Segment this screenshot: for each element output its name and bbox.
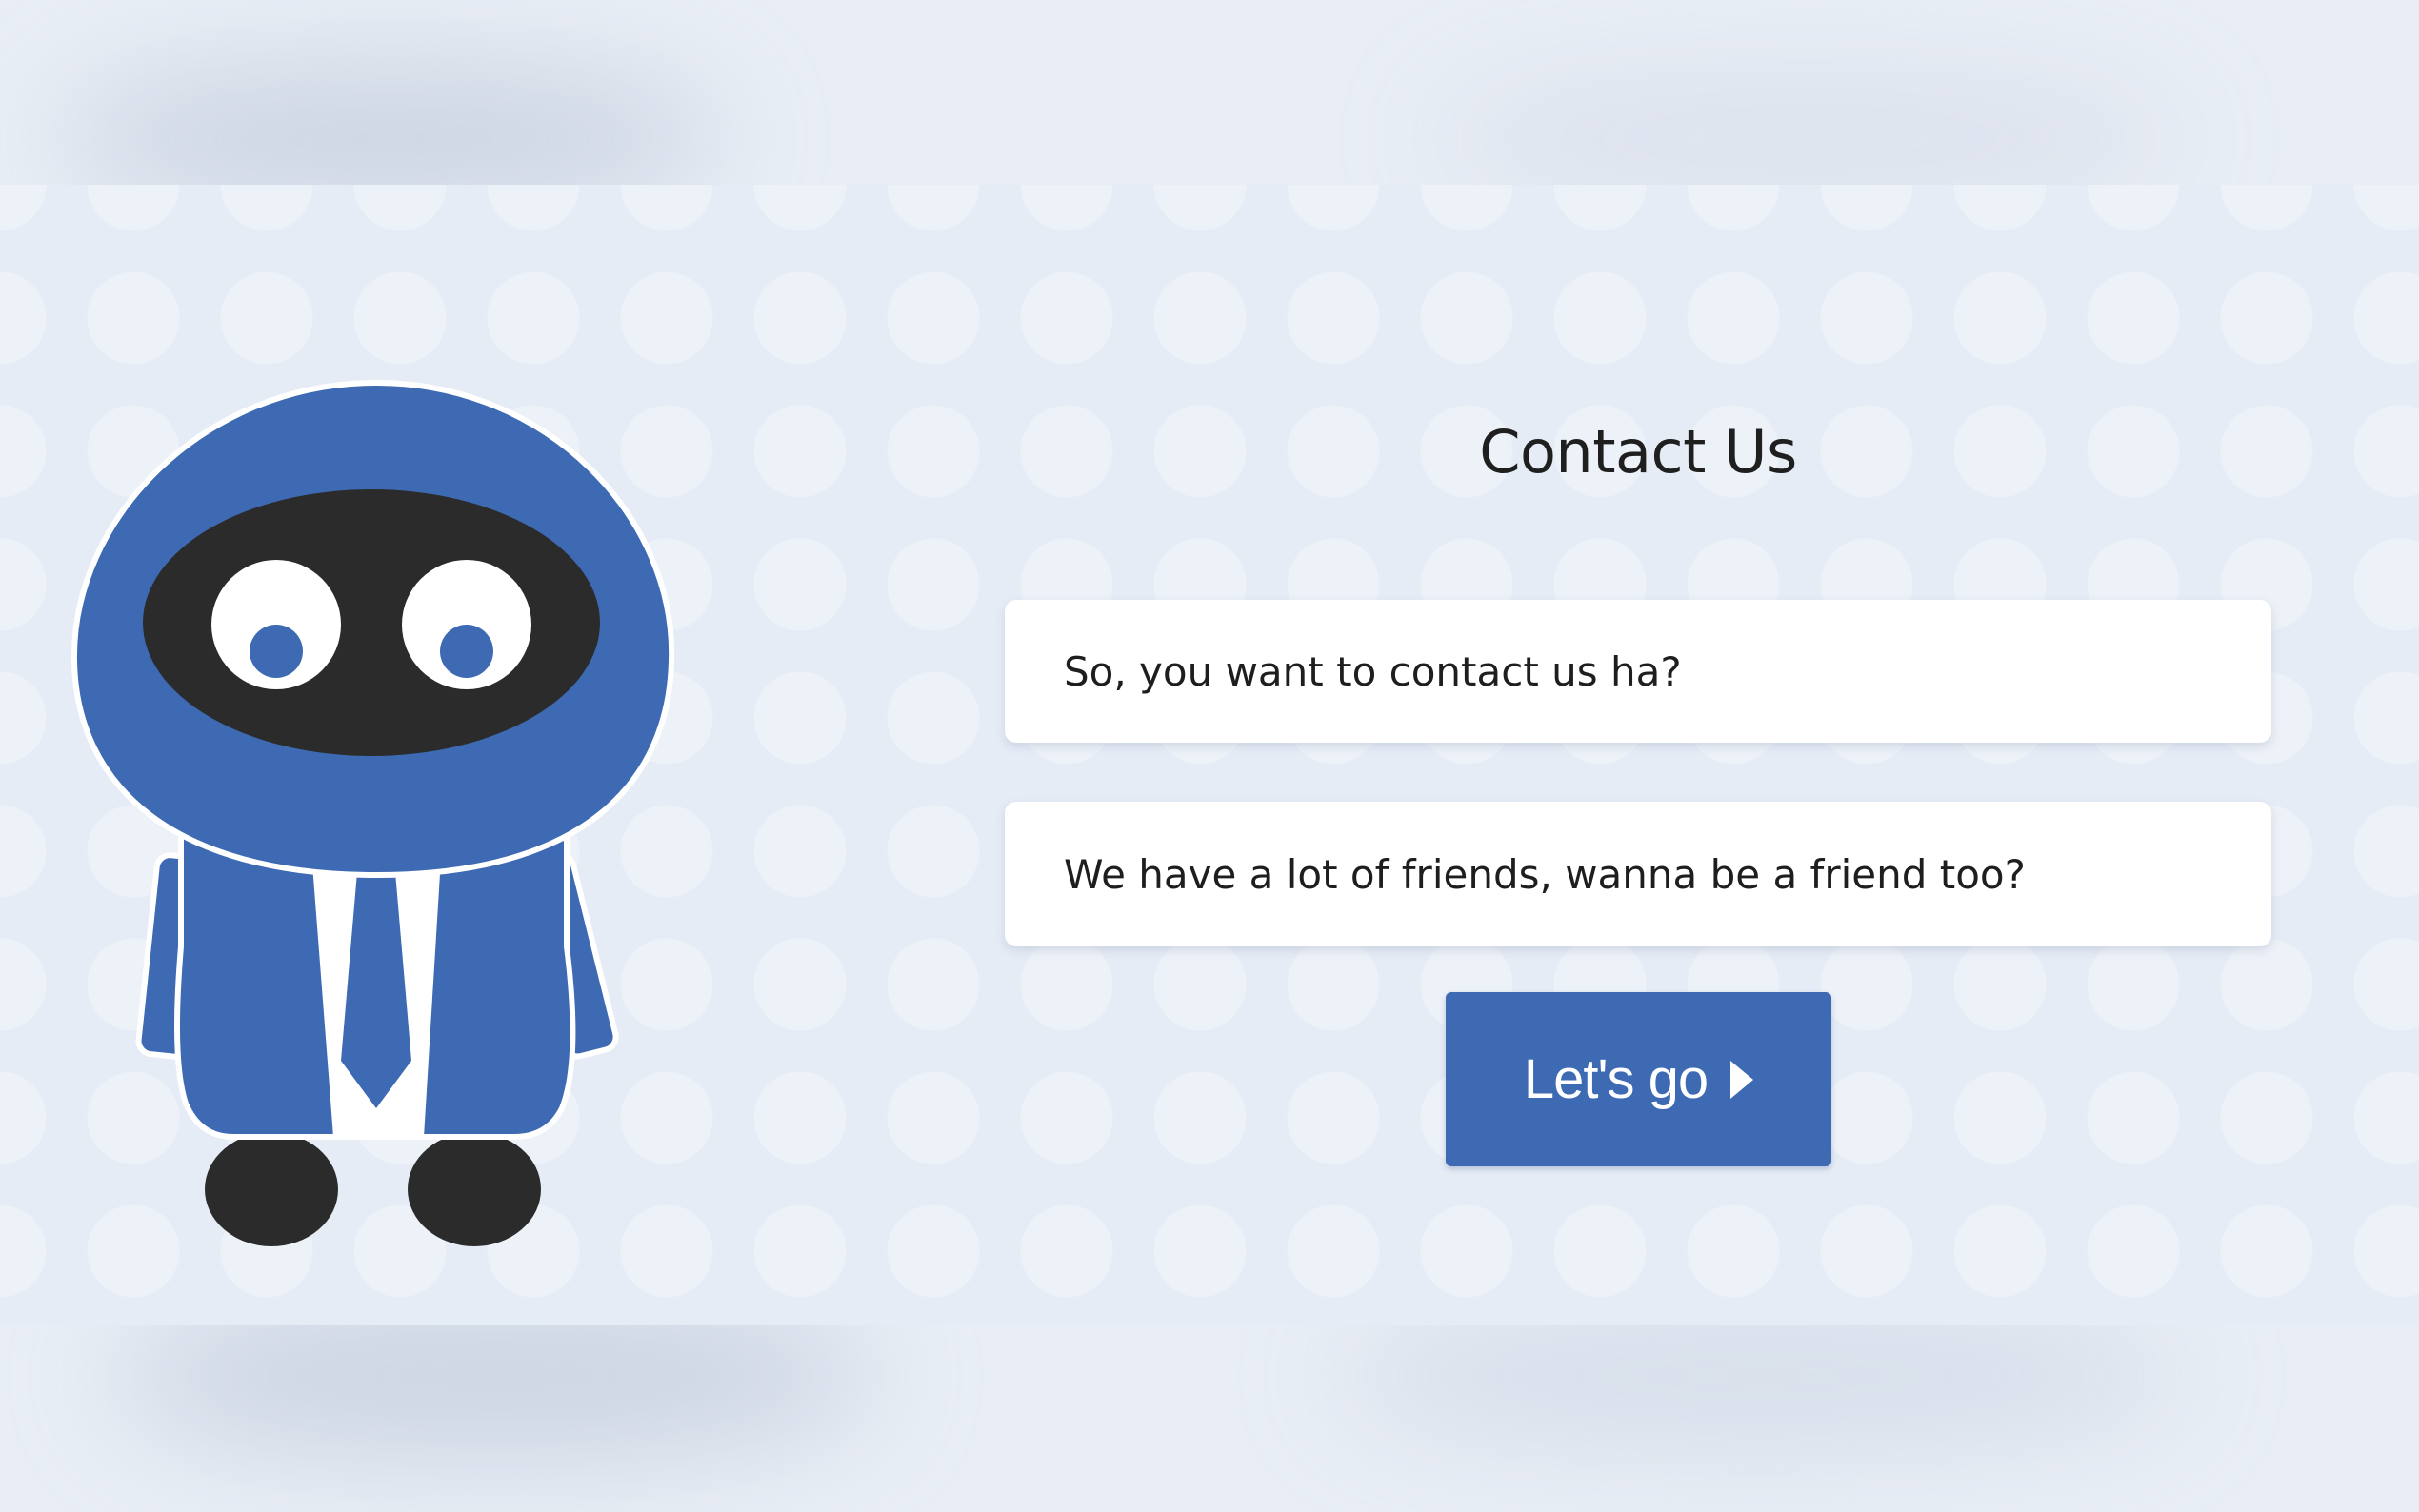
contact-section: Contact Us So, you want to contact us ha… bbox=[0, 185, 2419, 1325]
message-text-2: We have a lot of friends, wanna be a fri… bbox=[1064, 850, 2026, 898]
lets-go-button[interactable]: Let's go bbox=[1446, 992, 1831, 1166]
contact-panel: Contact Us So, you want to contact us ha… bbox=[1005, 185, 2271, 1325]
message-card-2: We have a lot of friends, wanna be a fri… bbox=[1005, 802, 2271, 946]
message-card-1: So, you want to contact us ha? bbox=[1005, 600, 2271, 743]
page-title: Contact Us bbox=[1479, 417, 1797, 487]
robot-right-pupil bbox=[440, 625, 493, 678]
caret-right-icon bbox=[1730, 1060, 1754, 1099]
robot-visor bbox=[143, 489, 600, 756]
bottom-shadow-right bbox=[1333, 1304, 2190, 1447]
robot-mascot bbox=[70, 379, 675, 1246]
robot-left-pupil bbox=[250, 625, 303, 678]
lets-go-label: Let's go bbox=[1523, 1048, 1709, 1110]
message-text-1: So, you want to contact us ha? bbox=[1064, 647, 1682, 695]
